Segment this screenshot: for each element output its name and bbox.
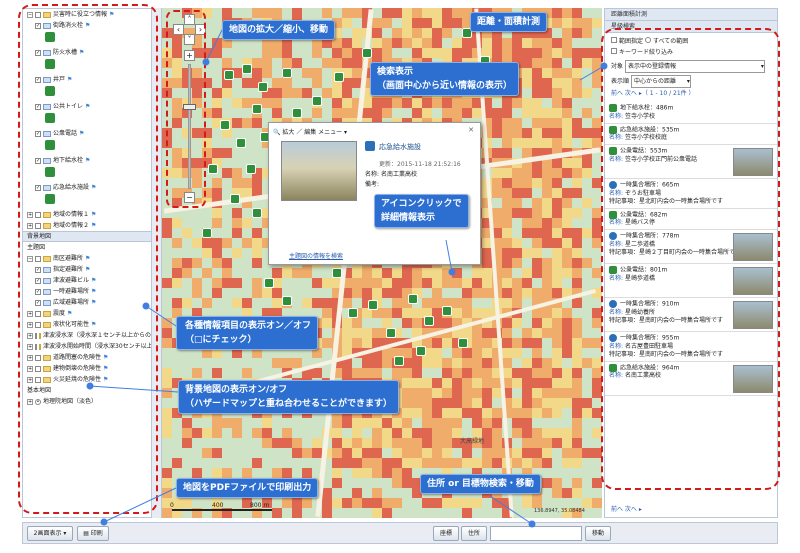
facility-marker-icon[interactable] xyxy=(236,138,246,148)
printer-icon: ▤ xyxy=(83,530,89,537)
coordinate-button[interactable]: 座標 xyxy=(433,526,459,541)
facility-marker-icon[interactable] xyxy=(282,68,292,78)
facility-marker-icon[interactable] xyxy=(208,164,218,174)
facility-marker-icon[interactable] xyxy=(362,48,372,58)
icon-click-callout: アイコンクリックで 詳細情報表示 xyxy=(374,194,469,228)
popup-updated: 更新：2015-11-18 21:52:16 xyxy=(379,161,461,168)
facility-marker-icon[interactable] xyxy=(246,164,256,174)
facility-marker-icon[interactable] xyxy=(386,328,396,338)
popup-title: 応急給水施設 xyxy=(379,143,421,151)
facility-marker-icon[interactable] xyxy=(258,82,268,92)
layer-toggle-callout: 各種情報項目の表示オン／オフ （□にチェック） xyxy=(176,316,319,350)
magnify-icon: 🔍 xyxy=(273,129,281,136)
facility-marker-icon[interactable] xyxy=(348,308,358,318)
pdf-callout: 地図をPDFファイルで印刷出力 xyxy=(176,478,319,498)
facility-marker-icon[interactable] xyxy=(424,316,434,326)
place-label: 大高緑地 xyxy=(460,438,485,445)
popup-toolbar[interactable]: 🔍 拡大 ／ 編集 メニュー ▾ xyxy=(273,127,347,136)
facility-marker-icon[interactable] xyxy=(408,294,418,304)
facility-marker-icon[interactable] xyxy=(242,64,252,74)
address-button[interactable]: 住所 xyxy=(461,526,487,541)
facility-marker-icon[interactable] xyxy=(442,306,452,316)
close-icon[interactable]: ✕ xyxy=(468,126,474,134)
search-panel-highlight xyxy=(601,28,780,490)
facility-marker-icon[interactable] xyxy=(282,296,292,306)
facility-marker-icon[interactable] xyxy=(416,346,426,356)
facility-marker-icon[interactable] xyxy=(458,338,468,348)
print-button[interactable]: ▤ 印刷 xyxy=(77,526,109,541)
facility-marker-icon[interactable] xyxy=(230,194,240,204)
address-input[interactable] xyxy=(490,526,582,541)
facility-marker-icon[interactable] xyxy=(368,300,378,310)
facility-marker-icon[interactable] xyxy=(312,96,322,106)
background-toggle-callout: 背景地図の表示オン/オフ （ハザードマップと重ね合わせることができます） xyxy=(178,380,400,414)
facility-marker-icon[interactable] xyxy=(252,104,262,114)
facility-marker-icon[interactable] xyxy=(202,228,212,238)
result-pager-bottom[interactable]: 前へ 次へ ▸ xyxy=(611,504,642,513)
water-facility-icon xyxy=(365,141,375,151)
zoom-callout: 地図の拡大／縮小、移動 xyxy=(222,20,336,40)
scale-label: 0 xyxy=(170,502,174,509)
popup-search-link[interactable]: 主題図の情報を検索 xyxy=(289,251,343,260)
split-view-button[interactable]: 2画面表示 ▾ xyxy=(27,526,73,541)
measure-header[interactable]: 距離面積計測 xyxy=(605,9,777,21)
facility-marker-icon[interactable] xyxy=(224,70,234,80)
scale-label: 800 m xyxy=(250,502,270,509)
facility-marker-icon[interactable] xyxy=(334,72,344,82)
address-callout: 住所 or 目標物検索・移動 xyxy=(420,474,541,494)
layer-panel-highlight xyxy=(18,4,158,514)
facility-marker-icon[interactable] xyxy=(252,208,262,218)
scale-label: 400 xyxy=(212,502,224,509)
move-button[interactable]: 移動 xyxy=(585,526,611,541)
facility-marker-icon[interactable] xyxy=(394,356,404,366)
zoom-control-highlight xyxy=(166,10,206,208)
scale-bar: 0 400 800 m xyxy=(170,502,280,514)
facility-marker-icon[interactable] xyxy=(292,108,302,118)
facility-photo[interactable] xyxy=(281,141,357,201)
coordinate-readout: 136.8947, 35.08484 xyxy=(534,508,585,514)
facility-marker-icon[interactable] xyxy=(332,268,342,278)
search-callout: 検索表示 （画面中心から近い情報の表示） xyxy=(370,62,520,96)
popup-name-row: 名称: 名南工業高校 xyxy=(365,171,417,178)
facility-marker-icon[interactable] xyxy=(264,278,274,288)
measure-callout: 距離・面積計測 xyxy=(470,12,548,32)
bottom-toolbar: 2画面表示 ▾ ▤ 印刷 座標 住所 移動 xyxy=(22,522,778,544)
facility-marker-icon[interactable] xyxy=(220,120,230,130)
scale-line xyxy=(172,509,272,511)
popup-note-row: 備考: xyxy=(365,181,380,188)
